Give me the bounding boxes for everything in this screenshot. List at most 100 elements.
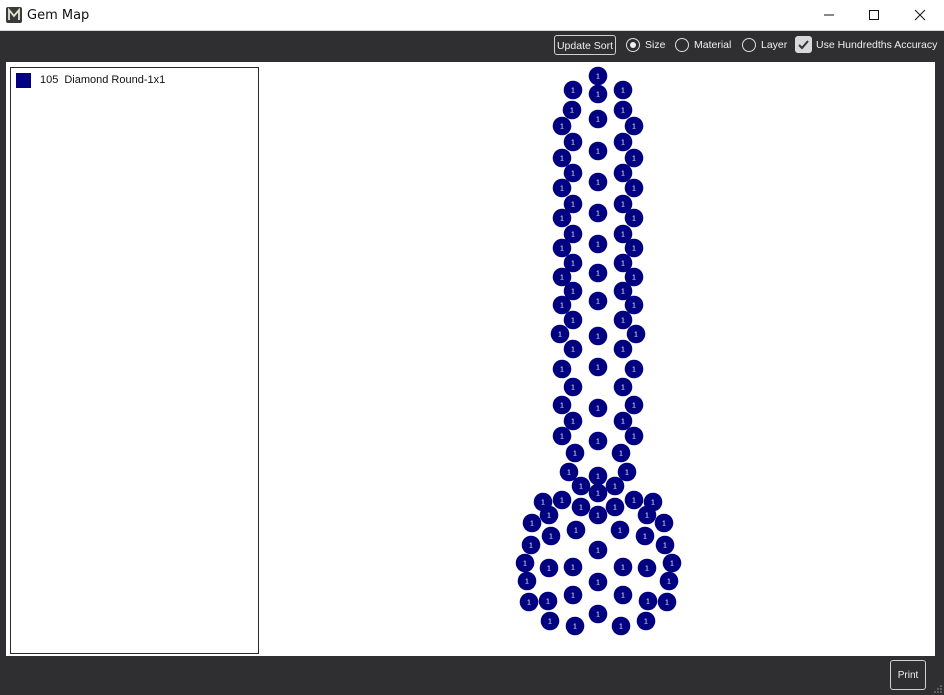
gem-marker[interactable]: 1	[624, 395, 644, 415]
gem-marker[interactable]: 1	[552, 148, 572, 168]
gem-legend-list[interactable]: 105 Diamond Round-1x1	[10, 67, 259, 654]
gem-marker[interactable]: 1	[538, 591, 558, 611]
gem-marker[interactable]: 1	[563, 163, 583, 183]
gem-marker[interactable]: 1	[613, 132, 633, 152]
gem-marker[interactable]: 1	[540, 611, 560, 631]
gem-marker[interactable]: 1	[613, 585, 633, 605]
gem-marker[interactable]: 1	[588, 172, 608, 192]
gem-marker[interactable]: 1	[588, 84, 608, 104]
gem-marker[interactable]: 1	[588, 109, 608, 129]
gem-marker[interactable]: 1	[637, 505, 657, 525]
gem-marker[interactable]: 1	[519, 592, 539, 612]
gem-marker[interactable]: 1	[624, 490, 644, 510]
gem-marker[interactable]: 1	[552, 208, 572, 228]
gem-marker[interactable]: 1	[624, 178, 644, 198]
gem-marker[interactable]: 1	[624, 426, 644, 446]
gem-marker[interactable]: 1	[552, 359, 572, 379]
sort-material-label[interactable]: Material	[694, 39, 731, 51]
gem-marker[interactable]: 1	[611, 616, 631, 636]
gem-marker[interactable]: 1	[624, 148, 644, 168]
gem-marker[interactable]: 1	[588, 66, 608, 86]
gem-marker[interactable]: 1	[563, 80, 583, 100]
gem-marker[interactable]: 1	[552, 238, 572, 258]
hundredths-accuracy-label[interactable]: Use Hundredths Accuracy	[816, 39, 937, 51]
gem-marker[interactable]: 1	[588, 572, 608, 592]
gem-marker[interactable]: 1	[626, 324, 646, 344]
gem-marker[interactable]: 1	[624, 295, 644, 315]
gem-marker[interactable]: 1	[552, 116, 572, 136]
resize-grip-icon[interactable]	[934, 685, 942, 693]
gem-marker[interactable]: 1	[552, 178, 572, 198]
hundredths-accuracy-checkbox[interactable]	[795, 36, 812, 53]
gem-marker[interactable]: 1	[588, 483, 608, 503]
gem-marker[interactable]: 1	[552, 395, 572, 415]
gem-marker[interactable]: 1	[613, 310, 633, 330]
gem-marker[interactable]: 1	[635, 526, 655, 546]
gem-marker[interactable]: 1	[563, 377, 583, 397]
gem-marker[interactable]: 1	[565, 443, 585, 463]
sort-size-radio[interactable]	[626, 38, 640, 52]
gem-marker[interactable]: 1	[655, 535, 675, 555]
gem-marker[interactable]: 1	[611, 443, 631, 463]
gem-marker[interactable]: 1	[563, 310, 583, 330]
gem-marker[interactable]: 1	[563, 585, 583, 605]
gem-marker[interactable]: 1	[613, 100, 633, 120]
gem-marker[interactable]: 1	[638, 591, 658, 611]
gem-marker[interactable]: 1	[571, 497, 591, 517]
gem-marker[interactable]: 1	[517, 571, 537, 591]
gem-marker[interactable]: 1	[588, 291, 608, 311]
gem-map-canvas[interactable]: 1111111111111111111111111111111111111111…	[262, 64, 934, 654]
gem-marker[interactable]: 1	[624, 238, 644, 258]
sort-material-radio[interactable]	[675, 38, 689, 52]
gem-marker[interactable]: 1	[571, 476, 591, 496]
gem-marker[interactable]: 1	[563, 557, 583, 577]
gem-marker[interactable]: 1	[588, 141, 608, 161]
gem-marker[interactable]: 1	[613, 163, 633, 183]
gem-marker[interactable]: 1	[588, 203, 608, 223]
gem-marker[interactable]: 1	[662, 553, 682, 573]
gem-marker[interactable]: 1	[588, 466, 608, 486]
gem-marker[interactable]: 1	[659, 571, 679, 591]
gem-marker[interactable]: 1	[562, 100, 582, 120]
update-sort-button[interactable]: Update Sort	[554, 35, 616, 55]
gem-marker[interactable]: 1	[539, 558, 559, 578]
gem-marker[interactable]: 1	[588, 540, 608, 560]
gem-marker[interactable]: 1	[605, 476, 625, 496]
close-button[interactable]	[897, 0, 943, 31]
gem-marker[interactable]: 1	[588, 431, 608, 451]
gem-marker[interactable]: 1	[624, 208, 644, 228]
sort-layer-label[interactable]: Layer	[761, 39, 787, 51]
gem-marker[interactable]: 1	[613, 411, 633, 431]
gem-marker[interactable]: 1	[522, 513, 542, 533]
gem-marker[interactable]: 1	[563, 339, 583, 359]
gem-marker[interactable]: 1	[657, 592, 677, 612]
gem-marker[interactable]: 1	[637, 558, 657, 578]
gem-marker[interactable]: 1	[610, 520, 630, 540]
gem-marker[interactable]: 1	[565, 616, 585, 636]
gem-marker[interactable]: 1	[624, 359, 644, 379]
print-button[interactable]: Print	[890, 660, 926, 690]
gem-marker[interactable]: 1	[588, 234, 608, 254]
gem-marker[interactable]: 1	[636, 611, 656, 631]
gem-marker[interactable]: 1	[624, 116, 644, 136]
gem-marker[interactable]: 1	[588, 604, 608, 624]
gem-marker[interactable]: 1	[613, 80, 633, 100]
gem-marker[interactable]: 1	[552, 490, 572, 510]
list-item[interactable]: 105 Diamond Round-1x1	[16, 72, 165, 88]
gem-marker[interactable]: 1	[566, 520, 586, 540]
maximize-button[interactable]	[851, 0, 897, 31]
gem-marker[interactable]: 1	[654, 513, 674, 533]
sort-size-label[interactable]: Size	[645, 39, 665, 51]
gem-marker[interactable]: 1	[552, 426, 572, 446]
gem-marker[interactable]: 1	[613, 339, 633, 359]
gem-marker[interactable]: 1	[521, 535, 541, 555]
gem-marker[interactable]: 1	[613, 377, 633, 397]
gem-marker[interactable]: 1	[515, 553, 535, 573]
gem-marker[interactable]: 1	[539, 505, 559, 525]
gem-marker[interactable]: 1	[588, 505, 608, 525]
gem-marker[interactable]: 1	[588, 398, 608, 418]
gem-marker[interactable]: 1	[563, 132, 583, 152]
sort-layer-radio[interactable]	[742, 38, 756, 52]
gem-marker[interactable]: 1	[613, 557, 633, 577]
gem-marker[interactable]: 1	[605, 497, 625, 517]
